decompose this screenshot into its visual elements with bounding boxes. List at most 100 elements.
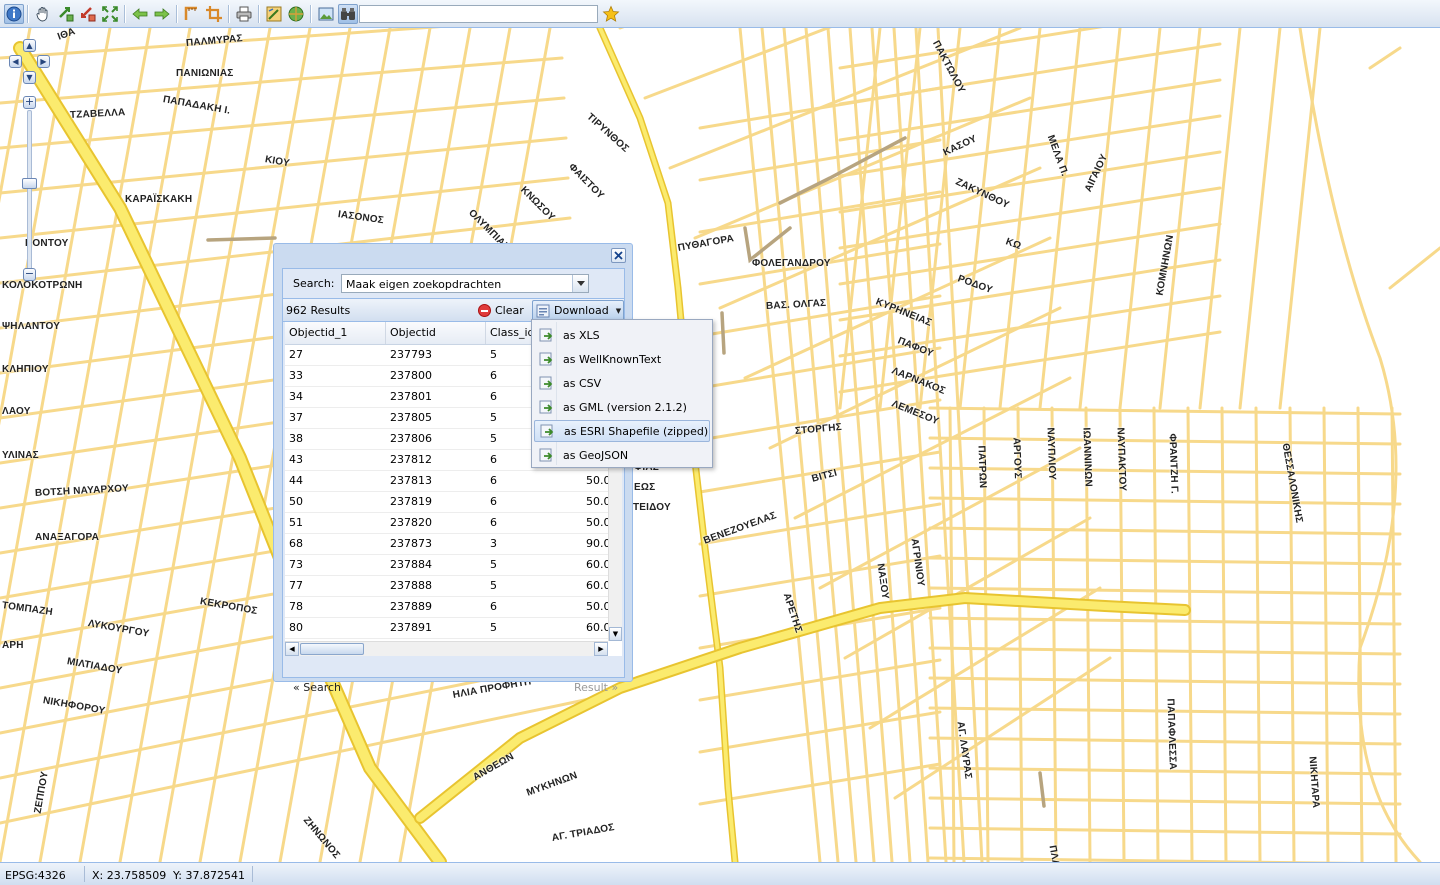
search-label: Search: (293, 277, 335, 290)
search-combo-value: Maak eigen zoekopdrachten (346, 278, 502, 291)
table-cell: 237820 (390, 516, 432, 529)
horizontal-scroll-thumb[interactable] (300, 643, 364, 655)
table-cell: 237819 (390, 495, 432, 508)
search-row: Search: Maak eigen zoekopdrachten (283, 269, 624, 298)
table-row[interactable]: 50 237819 6 50.0 (285, 492, 622, 513)
zoom-in-icon[interactable] (56, 4, 76, 24)
layer-edit-icon[interactable] (264, 4, 284, 24)
download-menu-item[interactable]: as CSV (534, 372, 710, 394)
scroll-left-icon[interactable]: ◀ (285, 642, 299, 656)
export-icon (539, 352, 553, 366)
back-icon[interactable] (130, 4, 150, 24)
table-cell: 5 (490, 411, 497, 424)
export-icon (540, 424, 554, 438)
x-coordinate: X: 23.758509 (92, 869, 167, 882)
table-row[interactable]: 80 237891 5 60.0 (285, 618, 622, 639)
table-cell: 60.0 (586, 579, 611, 592)
pan-left-button[interactable]: ◀ (9, 55, 22, 68)
back-to-search-link[interactable]: « Search (293, 681, 341, 694)
chevron-down-icon[interactable] (572, 275, 588, 292)
table-cell: 44 (289, 474, 303, 487)
toolbar-search-input[interactable] (359, 5, 598, 23)
info-icon[interactable] (4, 4, 24, 24)
table-cell: 73 (289, 558, 303, 571)
street-label: ΦΟΛΕΓΑΝΔΡΟΥ (752, 258, 831, 269)
table-cell: 5 (490, 558, 497, 571)
download-menu-item[interactable]: as XLS (534, 324, 710, 346)
table-cell: 50.0 (586, 474, 611, 487)
download-menu-item[interactable]: as WellKnownText (534, 348, 710, 370)
star-icon[interactable] (601, 4, 621, 24)
horizontal-scrollbar[interactable]: ◀ ▶ (285, 641, 608, 656)
table-row[interactable]: 68 237873 3 90.0 (285, 534, 622, 555)
forward-icon[interactable] (152, 4, 172, 24)
table-row[interactable]: 77 237888 5 60.0 (285, 576, 622, 597)
zoom-out-icon[interactable] (78, 4, 98, 24)
table-cell: 37 (289, 411, 303, 424)
clear-icon (478, 304, 491, 317)
street-label: ΚΑΡΑΪΣΚΑΚΗ (125, 194, 193, 205)
crop-icon[interactable] (204, 4, 224, 24)
download-menu-item[interactable]: as ESRI Shapefile (zipped) (534, 420, 710, 442)
globe-icon[interactable] (286, 4, 306, 24)
clear-button[interactable]: Clear (478, 302, 524, 319)
print-icon[interactable] (234, 4, 254, 24)
table-cell: 6 (490, 453, 497, 466)
scroll-down-icon[interactable]: ▼ (609, 627, 622, 641)
export-icon (539, 448, 553, 462)
table-cell: 237873 (390, 537, 432, 550)
download-menu-item-label: as ESRI Shapefile (zipped) (564, 424, 709, 438)
table-cell: 38 (289, 432, 303, 445)
table-row[interactable]: 73 237884 5 60.0 (285, 555, 622, 576)
result-link[interactable]: Result » (574, 681, 618, 694)
table-cell: 27 (289, 348, 303, 361)
table-cell: 80 (289, 621, 303, 634)
zoom-in-button[interactable]: + (23, 96, 36, 109)
column-header-objectid-1[interactable]: Objectid_1 (285, 322, 386, 344)
table-row[interactable]: 51 237820 6 50.0 (285, 513, 622, 534)
image-icon[interactable] (316, 4, 336, 24)
table-cell: 237800 (390, 369, 432, 382)
pan-icon[interactable] (33, 4, 53, 24)
chevron-down-icon: ▼ (615, 306, 622, 315)
measure-icon[interactable] (182, 4, 202, 24)
table-cell: 5 (490, 348, 497, 361)
pan-up-button[interactable]: ▲ (23, 39, 36, 52)
table-cell: 77 (289, 579, 303, 592)
table-cell: 34 (289, 390, 303, 403)
table-row[interactable]: 44 237813 6 50.0 (285, 471, 622, 492)
zoom-slider-thumb[interactable] (22, 178, 37, 189)
search-combo[interactable]: Maak eigen zoekopdrachten (341, 274, 589, 293)
table-cell: 237806 (390, 432, 432, 445)
clear-label: Clear (495, 304, 524, 317)
table-cell: 237884 (390, 558, 432, 571)
pan-right-button[interactable]: ▶ (37, 55, 50, 68)
table-cell: 60.0 (586, 558, 611, 571)
download-button[interactable]: Download ▼ (532, 300, 624, 321)
street-label: ΥΛΙΝΑΣ (2, 450, 39, 461)
download-menu-item[interactable]: as GML (version 2.1.2) (534, 396, 710, 418)
street-label: ΦΡΑΝΤΖΗ Γ. (1166, 433, 1180, 495)
close-icon[interactable] (611, 248, 626, 263)
binoculars-icon[interactable] (338, 4, 358, 24)
table-cell: 50.0 (586, 516, 611, 529)
street-label: ΑΝΑΞΑΓΟΡΑ (35, 532, 100, 543)
pan-down-button[interactable]: ▼ (23, 71, 36, 84)
table-cell: 237888 (390, 579, 432, 592)
column-header-objectid[interactable]: Objectid (386, 322, 486, 344)
table-cell: 6 (490, 474, 497, 487)
table-cell: 60.0 (586, 621, 611, 634)
zoom-slider-track[interactable] (27, 110, 32, 272)
street-label: ΑΡΓΟΥΣ (1010, 437, 1023, 479)
map-canvas[interactable]: ΙΘΑ ΠΑΛΜΥΡΑΣ ΠΑΝΙΩΝΙΑΣ ΠΑΠΑΔΑΚΗ Ι. ΤΖΑΒΕΛΛΑ Κ… (0, 28, 1440, 862)
scroll-right-icon[interactable]: ▶ (594, 642, 608, 656)
street-label: ΚΛΗΠΙΟΥ (2, 364, 49, 375)
zoom-out-button[interactable]: − (23, 268, 36, 281)
download-menu-item[interactable]: as GeoJSON (534, 444, 710, 466)
zoom-extent-icon[interactable] (100, 4, 120, 24)
download-label: Download (554, 304, 609, 317)
table-cell: 6 (490, 516, 497, 529)
projection-label: EPSG:4326 (5, 869, 66, 882)
table-cell: 33 (289, 369, 303, 382)
table-row[interactable]: 78 237889 6 50.0 (285, 597, 622, 618)
